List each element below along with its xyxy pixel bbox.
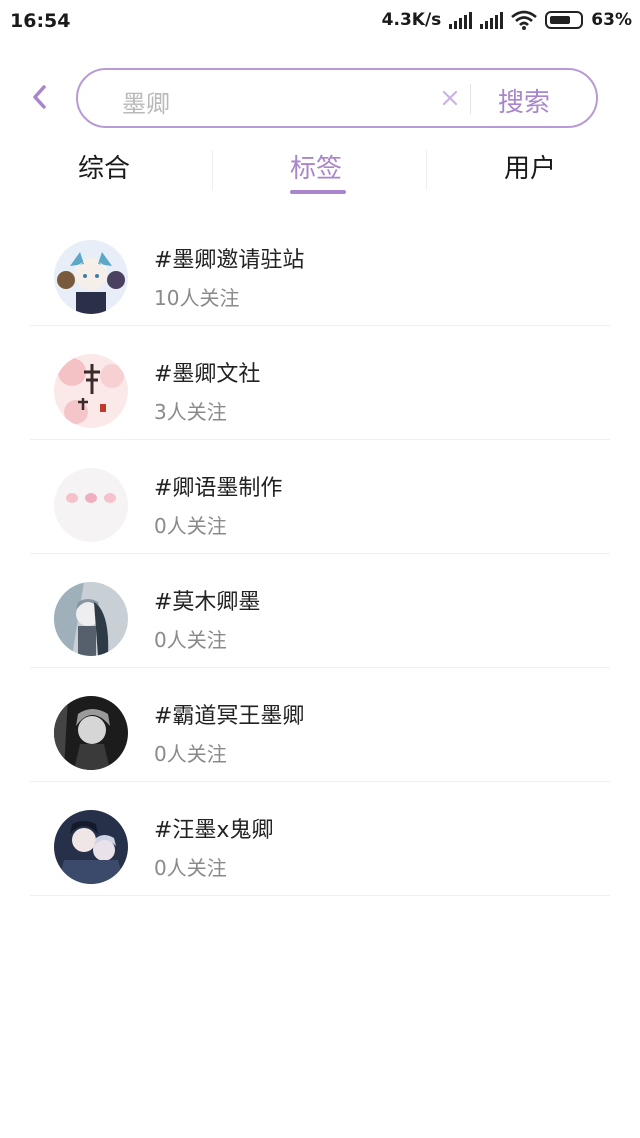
clear-button[interactable] — [436, 84, 464, 112]
avatar — [54, 468, 128, 542]
list-item[interactable]: #莫木卿墨 0人关注 — [0, 554, 640, 668]
tab-separator — [212, 150, 213, 190]
tag-title: #墨卿邀请驻站 — [154, 248, 305, 273]
battery-icon — [545, 11, 584, 29]
signal-icon — [480, 11, 504, 29]
tag-result-list: #墨卿邀请驻站 10人关注 #墨卿文社 3人关注 #卿语墨制作 0人关注 #莫木… — [0, 212, 640, 896]
clear-icon — [442, 90, 458, 106]
list-item[interactable]: #卿语墨制作 0人关注 — [0, 440, 640, 554]
tag-title: #霸道冥王墨卿 — [154, 704, 305, 729]
tag-title: #卿语墨制作 — [154, 476, 283, 501]
list-item[interactable]: #汪墨x鬼卿 0人关注 — [0, 782, 640, 896]
avatar — [54, 354, 128, 428]
list-item[interactable]: #墨卿邀请驻站 10人关注 — [0, 212, 640, 326]
status-right: 4.3K/s 63% — [382, 10, 632, 30]
back-button[interactable] — [22, 80, 56, 114]
battery-percent: 63% — [591, 10, 632, 30]
tag-title: #莫木卿墨 — [154, 590, 261, 615]
status-time: 16:54 — [10, 10, 71, 32]
search-input[interactable]: 墨卿 — [122, 84, 170, 119]
tag-followers: 3人关注 — [154, 400, 227, 424]
tab-users[interactable]: 用户 — [504, 148, 556, 185]
status-bar: 16:54 4.3K/s 63% — [0, 0, 640, 44]
list-item[interactable]: #霸道冥王墨卿 0人关注 — [0, 668, 640, 782]
tag-title: #汪墨x鬼卿 — [154, 818, 274, 843]
tag-followers: 0人关注 — [154, 742, 227, 766]
tag-followers: 10人关注 — [154, 286, 240, 310]
tag-followers: 0人关注 — [154, 514, 227, 538]
tab-separator — [426, 150, 427, 190]
network-speed: 4.3K/s — [381, 10, 442, 30]
search-box[interactable]: 墨卿 搜索 — [76, 68, 598, 128]
tab-comprehensive[interactable]: 综合 — [78, 148, 130, 185]
wifi-icon — [511, 10, 538, 30]
back-chevron-icon — [33, 85, 46, 109]
tag-followers: 0人关注 — [154, 628, 227, 652]
tag-followers: 0人关注 — [154, 856, 227, 880]
signal-icon — [449, 11, 473, 29]
tab-tags[interactable]: 标签 — [290, 148, 342, 185]
search-button[interactable]: 搜索 — [498, 82, 550, 119]
row-divider — [30, 895, 610, 896]
avatar — [54, 810, 128, 884]
search-divider — [470, 84, 471, 114]
tab-bar: 综合 标签 用户 — [0, 140, 640, 200]
avatar — [54, 582, 128, 656]
tab-active-indicator — [290, 190, 346, 194]
avatar — [54, 696, 128, 770]
avatar — [54, 240, 128, 314]
list-item[interactable]: #墨卿文社 3人关注 — [0, 326, 640, 440]
tag-title: #墨卿文社 — [154, 362, 261, 387]
